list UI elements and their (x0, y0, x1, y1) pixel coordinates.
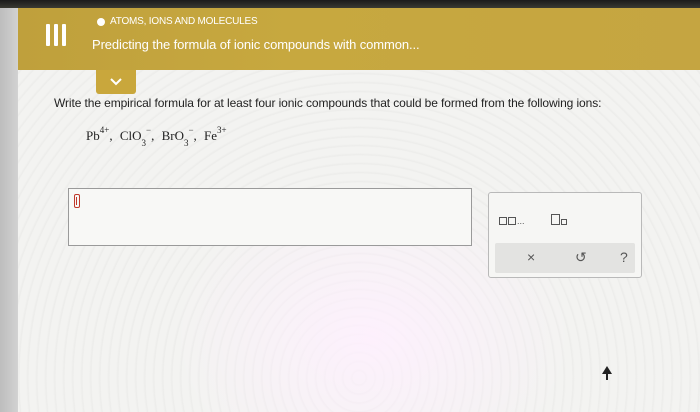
mouse-pointer-icon (602, 366, 612, 380)
box-icon (508, 217, 516, 225)
question-prompt: Write the empirical formula for at least… (54, 96, 602, 110)
help-button[interactable]: ? (620, 249, 628, 265)
ion-separator: , (109, 128, 113, 143)
chevron-down-icon (110, 78, 122, 86)
ion-base: BrO (161, 128, 184, 143)
box-icon (499, 217, 507, 225)
ion-separator: , (151, 128, 155, 143)
ion-charge: − (145, 125, 152, 135)
lesson-title: Predicting the formula of ionic compound… (92, 37, 420, 52)
ion-list: Pb4+, ClO3−, BrO3−, Fe3+ (86, 125, 227, 148)
ion-charge: − (188, 125, 194, 135)
clear-button[interactable]: × (527, 249, 535, 265)
subscript-button[interactable] (551, 207, 567, 225)
ion-base: ClO (119, 128, 142, 143)
topic-label: ATOMS, IONS AND MOLECULES (110, 16, 258, 27)
hamburger-menu-icon[interactable] (46, 24, 66, 46)
box-icon (551, 214, 560, 225)
answer-input[interactable] (68, 188, 472, 246)
header-bar: ATOMS, IONS AND MOLECULES Predicting the… (18, 8, 700, 70)
ion-item: Pb4+ (86, 125, 110, 144)
ellipsis-icon: ... (517, 216, 525, 226)
ion-subscript: 3 (141, 138, 146, 148)
ion-item: ClO3 − (119, 125, 152, 148)
ion-base: Pb (86, 128, 100, 143)
text-cursor-icon (74, 194, 80, 208)
ion-item: BrO3 − (161, 125, 194, 148)
ion-separator: , (193, 128, 197, 143)
undo-button[interactable]: ↺ (575, 249, 587, 265)
subscript-box-icon (561, 219, 567, 225)
collapse-button[interactable] (96, 70, 136, 94)
toolbox-actions: × ↺ ? (495, 243, 635, 273)
ion-base: Fe (204, 128, 218, 143)
left-margin (0, 8, 18, 412)
ion-charge: 4+ (99, 125, 110, 135)
ion-charge: 3+ (217, 125, 227, 135)
ion-subscript: 3 (183, 138, 189, 148)
toolbox-templates: ... (489, 193, 641, 243)
subscript-list-button[interactable]: ... (499, 207, 525, 226)
screen-bezel (0, 0, 700, 8)
answer-toolbox: ... × ↺ ? (488, 192, 642, 278)
topic-dot-icon (97, 18, 105, 26)
content-area: Write the empirical formula for at least… (18, 70, 700, 412)
ion-item: Fe3+ (204, 125, 227, 144)
